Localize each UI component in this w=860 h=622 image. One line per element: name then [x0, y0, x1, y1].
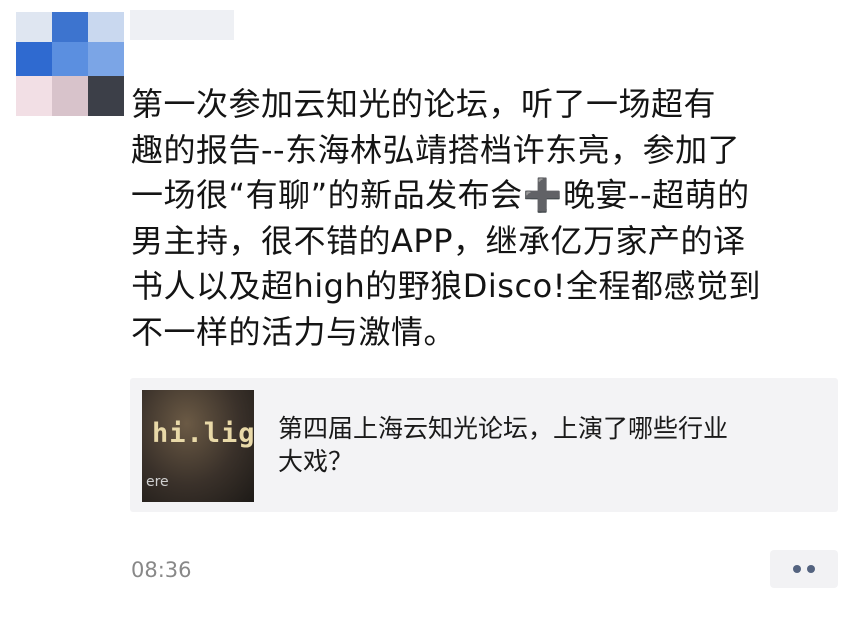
more-actions-button[interactable]: [770, 550, 838, 588]
link-title: 第四届上海云知光论坛，上演了哪些行业 大戏？: [278, 414, 729, 476]
post-text: 第一次参加云知光的论坛，听了一场超有 趣的报告--东海林弘靖搭档许东亮，参加了 …: [131, 85, 761, 351]
post-timestamp: 08:36: [131, 558, 192, 582]
username-placeholder[interactable]: [130, 10, 234, 40]
thumbnail-fragment: ere: [146, 474, 169, 490]
shared-link-card[interactable]: hi.light ere 第四届上海云知光论坛，上演了哪些行业 大戏？: [130, 378, 838, 512]
more-dots-icon: [793, 565, 801, 573]
more-dots-icon: [807, 565, 815, 573]
link-thumbnail: hi.light ere: [142, 390, 254, 502]
avatar[interactable]: [16, 12, 124, 116]
thumbnail-logo: hi.light: [152, 418, 254, 449]
